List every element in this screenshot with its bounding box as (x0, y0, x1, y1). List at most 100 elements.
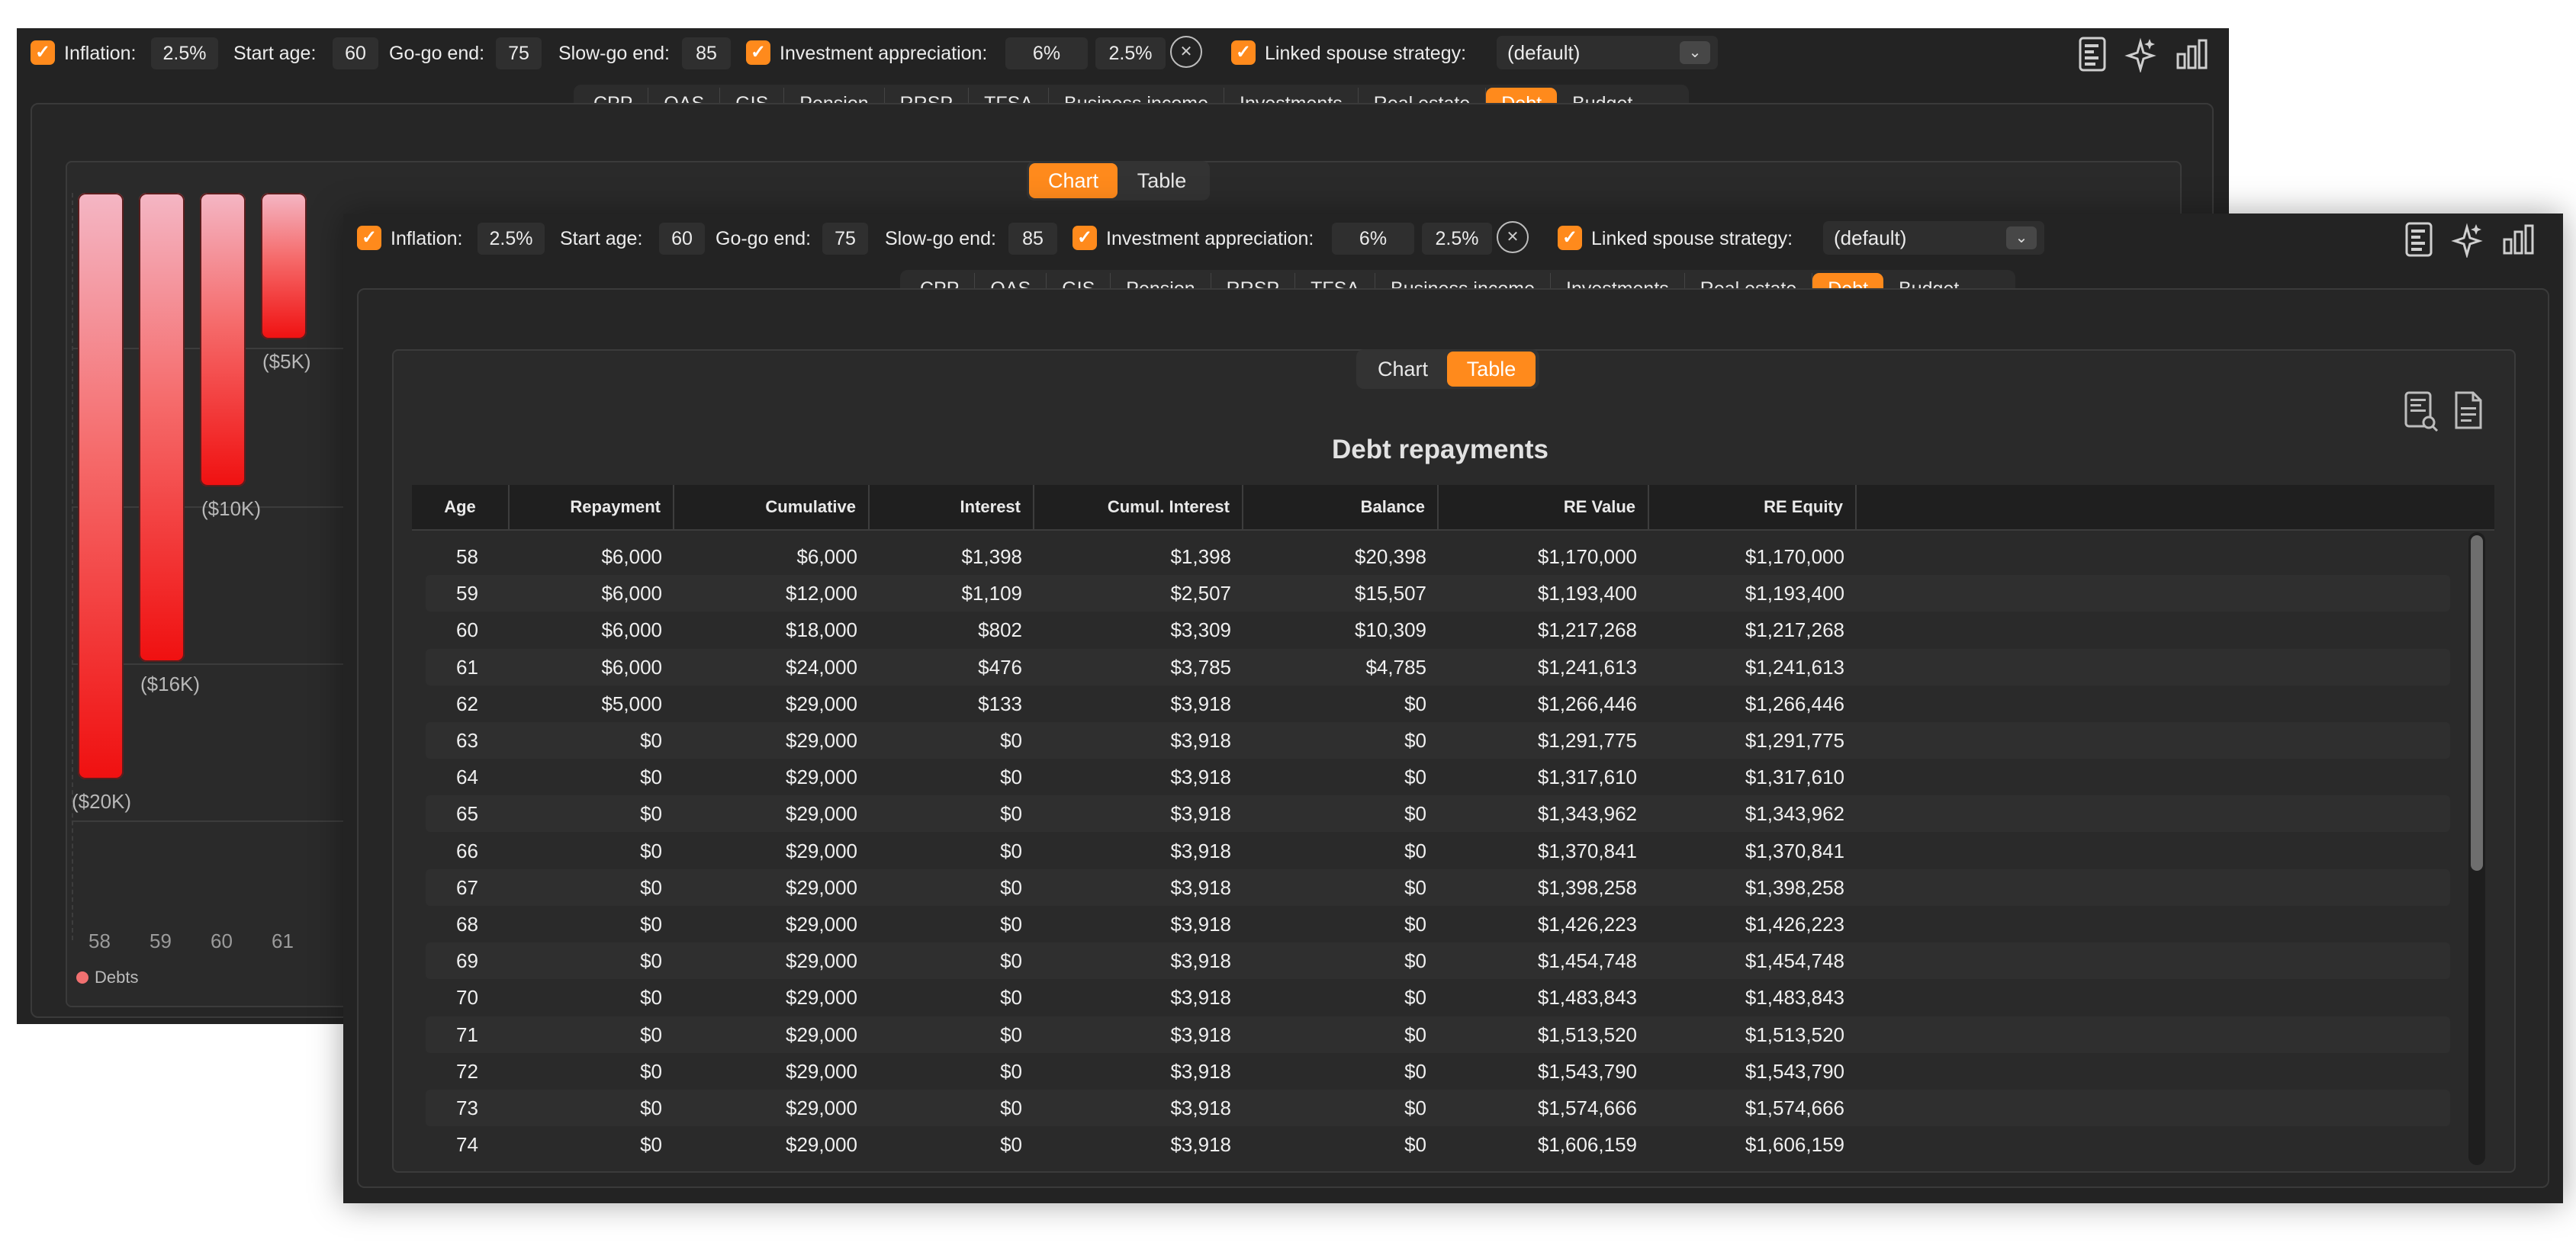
view-toggle: Chart Table (1356, 349, 1539, 389)
invest-checkbox[interactable]: ✓ (746, 40, 770, 65)
document-icon[interactable] (2453, 390, 2484, 430)
inflation-checkbox[interactable]: ✓ (31, 40, 55, 65)
cell-re-value: $1,398,258 (1537, 875, 1637, 899)
table-row[interactable]: 64 $0 $29,000 $0 $3,918 $0 $1,317,610 $1,317,61… (426, 759, 2450, 795)
debt-bar[interactable] (200, 193, 246, 486)
cell-re-equity: $1,217,268 (1745, 618, 1844, 642)
invest-field-2[interactable]: 2.5% (1095, 37, 1166, 69)
cell-repayment: $6,000 (601, 545, 662, 568)
start-age-field[interactable]: 60 (659, 223, 705, 255)
bar-chart-icon[interactable] (2176, 36, 2209, 72)
gogo-field[interactable]: 75 (496, 37, 542, 69)
table-row[interactable]: 59 $6,000 $12,000 $1,109 $2,507 $15,507 $1,193… (426, 575, 2450, 612)
column-header-re-value[interactable]: RE Value (1439, 485, 1649, 529)
cell-age: 68 (456, 913, 478, 936)
bar-value-label: ($16K) (140, 673, 201, 696)
scrollbar-thumb[interactable] (2471, 535, 2483, 871)
spouse-dropdown[interactable]: (default) ⌄ (1823, 221, 2044, 255)
debt-bar[interactable] (139, 193, 185, 663)
cell-interest: $0 (1000, 875, 1022, 899)
invest-field[interactable]: 6% (1332, 223, 1414, 255)
report-icon[interactable] (2076, 36, 2110, 72)
cell-interest: $1,109 (961, 582, 1022, 605)
legend-label-debts: Debts (95, 968, 139, 987)
spouse-checkbox[interactable]: ✓ (1231, 40, 1256, 65)
column-header-interest[interactable]: Interest (870, 485, 1034, 529)
cell-cumul-interest: $3,785 (1170, 655, 1231, 679)
table-row[interactable]: 66 $0 $29,000 $0 $3,918 $0 $1,370,841 $1,370,84… (426, 833, 2450, 869)
table-toggle-button[interactable]: Table (1447, 352, 1536, 387)
column-header-repayment[interactable]: Repayment (510, 485, 674, 529)
cell-cumul-interest: $3,918 (1170, 913, 1231, 936)
search-report-icon[interactable] (2403, 390, 2439, 433)
table-row[interactable]: 69 $0 $29,000 $0 $3,918 $0 $1,454,748 $1,454,74… (426, 942, 2450, 980)
cell-cumulative: $24,000 (786, 655, 857, 679)
cell-age: 63 (456, 729, 478, 752)
bar-value-label: ($20K) (72, 790, 132, 814)
column-header-re-equity[interactable]: RE Equity (1649, 485, 1857, 529)
chart-toggle-button[interactable]: Chart (1359, 352, 1447, 387)
invest-checkbox[interactable]: ✓ (1073, 226, 1097, 250)
table-panel: Chart Table Debt repayments Age Repaymen… (392, 349, 2516, 1173)
table-row[interactable]: 61 $6,000 $24,000 $476 $3,785 $4,785 $1,241,61… (426, 648, 2450, 686)
spouse-dropdown[interactable]: (default) ⌄ (1497, 36, 1718, 69)
table-row[interactable]: 73 $0 $29,000 $0 $3,918 $0 $1,574,666 $1,574,66… (426, 1090, 2450, 1126)
debt-bar[interactable] (78, 193, 124, 780)
sparkle-icon[interactable] (2124, 36, 2157, 72)
chart-toggle-button[interactable]: Chart (1029, 163, 1118, 198)
table-row[interactable]: 72 $0 $29,000 $0 $3,918 $0 $1,543,790 $1,543,79… (426, 1053, 2450, 1090)
gogo-field[interactable]: 75 (822, 223, 868, 255)
bar-chart-icon[interactable] (2502, 221, 2536, 258)
column-header-age[interactable]: Age (412, 485, 510, 529)
slowgo-field[interactable]: 85 (682, 37, 731, 69)
cell-re-value: $1,343,962 (1537, 802, 1637, 826)
strategy-icon[interactable]: ✕ (1497, 221, 1529, 253)
cell-cumul-interest: $3,309 (1170, 618, 1231, 642)
invest-field-2[interactable]: 2.5% (1422, 223, 1492, 255)
cell-re-equity: $1,574,666 (1745, 1096, 1844, 1119)
x-tick-label: 58 (88, 930, 111, 952)
slowgo-field[interactable]: 85 (1008, 223, 1057, 255)
cell-re-value: $1,606,159 (1537, 1133, 1637, 1157)
report-icon[interactable] (2403, 221, 2436, 258)
table-row[interactable]: 58 $6,000 $6,000 $1,398 $1,398 $20,398 $1,170,… (426, 538, 2450, 575)
column-header-cumul-interest[interactable]: Cumul. Interest (1034, 485, 1243, 529)
cell-repayment: $0 (640, 1133, 662, 1157)
cell-interest: $0 (1000, 986, 1022, 1010)
table-header: Age Repayment Cumulative Interest Cumul.… (412, 485, 2494, 531)
x-tick-label: 60 (211, 930, 233, 952)
table-row[interactable]: 63 $0 $29,000 $0 $3,918 $0 $1,291,775 $1,291,77… (426, 722, 2450, 759)
cell-cumulative: $29,000 (786, 692, 857, 715)
table-row[interactable]: 71 $0 $29,000 $0 $3,918 $0 $1,513,520 $1,513,52… (426, 1016, 2450, 1053)
vertical-scrollbar[interactable] (2468, 532, 2485, 1165)
table-row[interactable]: 68 $0 $29,000 $0 $3,918 $0 $1,426,223 $1,426,22… (426, 906, 2450, 942)
cell-age: 65 (456, 802, 478, 826)
inflation-checkbox[interactable]: ✓ (357, 226, 381, 250)
cell-repayment: $0 (640, 949, 662, 973)
start-age-field[interactable]: 60 (333, 37, 378, 69)
column-header-balance[interactable]: Balance (1243, 485, 1439, 529)
inflation-field[interactable]: 2.5% (151, 37, 218, 69)
toolbar: ✓ Inflation: 2.5% Start age: 60 Go-go en… (343, 214, 2563, 264)
x-tick-label: 61 (272, 930, 294, 952)
sparkle-icon[interactable] (2450, 221, 2484, 258)
cell-age: 62 (456, 692, 478, 715)
spouse-dropdown-value: (default) (1834, 226, 1907, 249)
column-header-cumulative[interactable]: Cumulative (674, 485, 870, 529)
table-row[interactable]: 65 $0 $29,000 $0 $3,918 $0 $1,343,962 $1,343,96… (426, 795, 2450, 833)
table-toggle-button[interactable]: Table (1118, 163, 1206, 198)
cell-balance: $0 (1404, 1059, 1426, 1083)
strategy-icon[interactable]: ✕ (1170, 36, 1202, 68)
table-row[interactable]: 74 $0 $29,000 $0 $3,918 $0 $1,606,159 $1,606,15… (426, 1126, 2450, 1163)
cell-cumul-interest: $3,918 (1170, 802, 1231, 826)
spouse-checkbox[interactable]: ✓ (1558, 226, 1582, 250)
cell-re-value: $1,217,268 (1537, 618, 1637, 642)
start-age-label: Start age: (233, 43, 317, 64)
table-row[interactable]: 67 $0 $29,000 $0 $3,918 $0 $1,398,258 $1,398,25… (426, 869, 2450, 906)
table-row[interactable]: 62 $5,000 $29,000 $133 $3,918 $0 $1,266,446 $1,… (426, 686, 2450, 722)
table-row[interactable]: 70 $0 $29,000 $0 $3,918 $0 $1,483,843 $1,483,84… (426, 979, 2450, 1016)
inflation-field[interactable]: 2.5% (478, 223, 545, 255)
table-row[interactable]: 60 $6,000 $18,000 $802 $3,309 $10,309 $1,217,2… (426, 612, 2450, 648)
invest-field[interactable]: 6% (1005, 37, 1088, 69)
debt-bar[interactable] (261, 193, 307, 340)
